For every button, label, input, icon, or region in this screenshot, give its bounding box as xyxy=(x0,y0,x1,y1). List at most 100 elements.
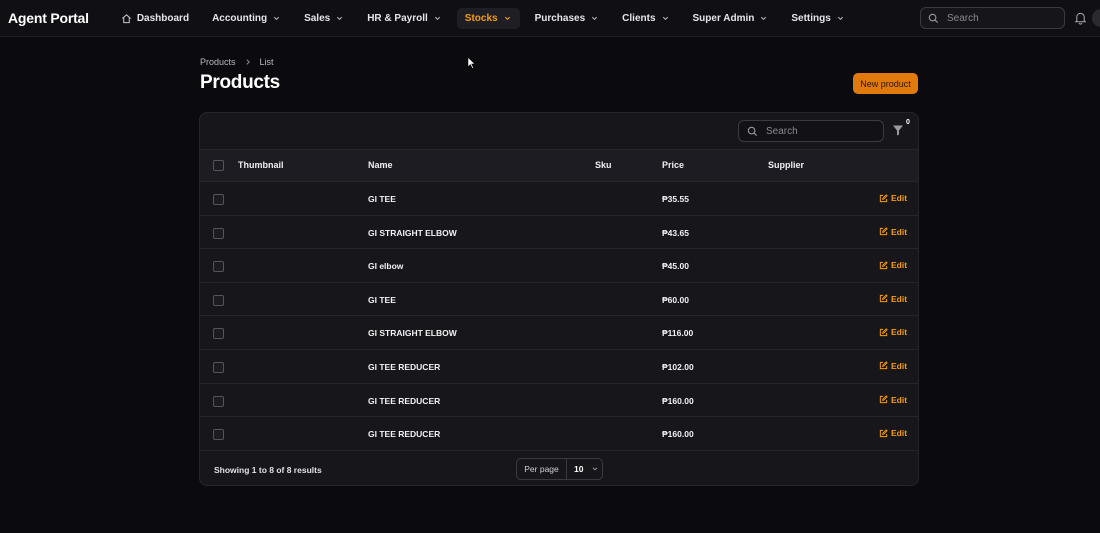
edit-icon xyxy=(879,294,888,303)
edit-label: Edit xyxy=(891,327,908,338)
row-checkbox[interactable] xyxy=(213,328,224,340)
edit-icon xyxy=(879,361,888,370)
nav-label: Stocks xyxy=(464,12,498,24)
table-search[interactable] xyxy=(738,120,884,142)
product-price: ₱160.00 xyxy=(662,429,694,440)
select-all-checkbox[interactable] xyxy=(213,160,224,171)
table-header: Thumbnail Name Sku Price Supplier xyxy=(200,150,918,182)
nav-label: Purchases xyxy=(534,12,586,24)
edit-icon xyxy=(879,227,888,236)
results-summary: Showing 1 to 8 of 8 results xyxy=(214,464,322,475)
global-search[interactable] xyxy=(920,7,1065,29)
edit-button[interactable]: Edit xyxy=(879,395,907,405)
per-page-label: Per page xyxy=(517,458,567,479)
table-row: GI TEE ₱60.00 Edit xyxy=(200,283,918,317)
products-table-card: 0 Thumbnail Name Sku Price Supplier GI T… xyxy=(199,112,919,486)
nav-item-stocks[interactable]: Stocks xyxy=(456,7,520,29)
home-icon xyxy=(121,13,131,23)
product-name: GI TEE REDUCER xyxy=(368,395,441,406)
nav-item-settings[interactable]: Settings xyxy=(783,8,852,29)
edit-icon xyxy=(879,428,888,437)
per-page-select[interactable]: 10 xyxy=(567,459,602,479)
brand-logo[interactable]: Agent Portal xyxy=(8,10,89,26)
per-page-control: Per page 10 xyxy=(516,457,603,480)
row-checkbox[interactable] xyxy=(213,395,224,407)
table-row: GI STRAIGHT ELBOW ₱116.00 Edit xyxy=(200,316,918,350)
product-price: ₱35.55 xyxy=(662,194,689,204)
nav-item-purchases[interactable]: Purchases xyxy=(527,8,608,29)
edit-label: Edit xyxy=(891,193,908,203)
new-product-button[interactable]: New product xyxy=(853,73,918,94)
row-checkbox[interactable] xyxy=(213,261,224,273)
edit-icon xyxy=(879,328,888,337)
nav-item-dashboard[interactable]: Dashboard xyxy=(113,8,197,29)
product-name: GI STRAIGHT ELBOW xyxy=(368,328,457,339)
row-checkbox[interactable] xyxy=(213,227,224,239)
nav-item-sales[interactable]: Sales xyxy=(296,8,352,29)
column-supplier[interactable]: Supplier xyxy=(768,160,804,170)
nav-label: HR & Payroll xyxy=(367,12,428,24)
product-name: GI STRAIGHT ELBOW xyxy=(368,227,457,238)
bell-icon[interactable] xyxy=(1074,11,1087,25)
edit-button[interactable]: Edit xyxy=(879,227,907,237)
product-name: GI elbow xyxy=(368,261,404,272)
edit-label: Edit xyxy=(891,293,908,304)
edit-button[interactable]: Edit xyxy=(879,428,907,438)
table-toolbar: 0 xyxy=(200,113,918,150)
product-name: GI TEE xyxy=(368,194,396,204)
edit-button[interactable]: Edit xyxy=(879,361,907,371)
edit-label: Edit xyxy=(891,226,908,237)
edit-button[interactable]: Edit xyxy=(879,193,907,203)
table-footer: Showing 1 to 8 of 8 results Per page 10 xyxy=(200,451,918,485)
table-row: GI elbow ₱45.00 Edit xyxy=(200,249,918,283)
product-name: GI TEE REDUCER xyxy=(368,429,441,440)
edit-label: Edit xyxy=(891,428,908,439)
nav-label: Sales xyxy=(304,12,331,24)
edit-icon xyxy=(879,193,888,202)
nav-item-clients[interactable]: Clients xyxy=(614,8,677,29)
breadcrumb-products[interactable]: Products xyxy=(200,57,236,67)
breadcrumb: Products List xyxy=(200,57,274,67)
nav-item-super-admin[interactable]: Super Admin xyxy=(685,8,777,29)
edit-icon xyxy=(879,260,888,269)
search-icon xyxy=(747,126,758,136)
edit-button[interactable]: Edit xyxy=(879,260,907,270)
table-row: GI TEE REDUCER ₱160.00 Edit xyxy=(200,384,918,418)
row-checkbox[interactable] xyxy=(213,294,224,306)
edit-label: Edit xyxy=(891,260,908,271)
user-avatar[interactable] xyxy=(1092,9,1100,27)
chevron-down-icon xyxy=(592,16,598,20)
product-price: ₱43.65 xyxy=(662,227,689,238)
nav-label: Dashboard xyxy=(136,12,190,24)
table-search-input[interactable] xyxy=(764,124,868,138)
row-checkbox[interactable] xyxy=(213,429,224,441)
product-price: ₱116.00 xyxy=(662,328,694,339)
nav-label: Super Admin xyxy=(692,12,755,24)
edit-label: Edit xyxy=(891,394,908,405)
nav-item-accounting[interactable]: Accounting xyxy=(204,8,289,29)
breadcrumb-list: List xyxy=(259,57,274,67)
chevron-down-icon xyxy=(504,16,510,20)
chevron-down-icon xyxy=(761,16,767,20)
mouse-cursor-icon xyxy=(467,56,476,70)
nav-label: Accounting xyxy=(212,12,268,24)
column-thumbnail[interactable]: Thumbnail xyxy=(238,160,284,170)
table-row: GI TEE REDUCER ₱160.00 Edit xyxy=(200,417,918,451)
row-checkbox[interactable] xyxy=(213,361,224,373)
table-row: GI STRAIGHT ELBOW ₱43.65 Edit xyxy=(200,216,918,250)
edit-button[interactable]: Edit xyxy=(879,327,907,337)
edit-button[interactable]: Edit xyxy=(879,294,907,304)
product-price: ₱102.00 xyxy=(662,361,694,372)
edit-label: Edit xyxy=(891,360,908,371)
row-checkbox[interactable] xyxy=(213,194,224,205)
column-price[interactable]: Price xyxy=(662,160,684,170)
global-search-input[interactable] xyxy=(945,11,1049,25)
nav-item-hr-payroll[interactable]: HR & Payroll xyxy=(359,8,450,29)
column-name[interactable]: Name xyxy=(368,160,393,170)
chevron-down-icon xyxy=(593,467,598,471)
column-sku[interactable]: Sku xyxy=(595,160,612,170)
filter-icon[interactable] xyxy=(892,124,904,136)
main-nav: Dashboard Accounting Sales HR & Payroll … xyxy=(113,0,860,37)
chevron-down-icon xyxy=(273,16,280,20)
top-navbar: Agent Portal Dashboard Accounting Sales … xyxy=(0,0,1100,37)
